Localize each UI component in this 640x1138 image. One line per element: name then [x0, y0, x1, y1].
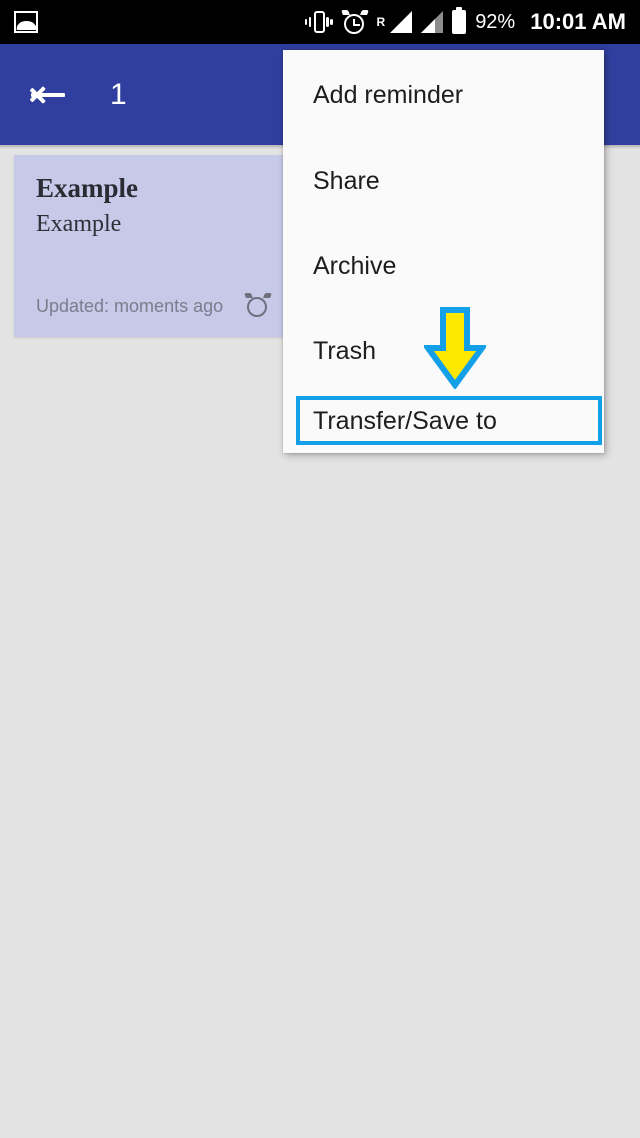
status-bar-left-icons	[0, 11, 38, 33]
menu-item-transfer-save-to[interactable]: Transfer/Save to	[313, 407, 497, 436]
overflow-popup-menu: Add reminder Share Archive Trash Transfe…	[283, 50, 604, 453]
note-updated-label: Updated: moments ago	[36, 295, 224, 316]
signal-icon	[421, 11, 444, 33]
menu-item-archive[interactable]: Archive	[313, 252, 396, 281]
note-card[interactable]: Example Example Updated: moments ago	[14, 155, 299, 337]
battery-icon	[452, 7, 467, 34]
roaming-indicator-label: R	[376, 15, 386, 29]
status-bar-right-icons: R 92% 10:01 AM	[304, 7, 640, 35]
status-bar: R 92% 10:01 AM	[0, 0, 640, 44]
photo-icon	[14, 11, 38, 33]
note-card-footer: Updated: moments ago	[36, 293, 289, 319]
phone-screen: R 92% 10:01 AM 1 Example Example Updated…	[0, 0, 640, 1138]
back-arrow-icon[interactable]	[26, 72, 72, 118]
menu-item-trash[interactable]: Trash	[313, 337, 376, 366]
roaming-signal-icon	[390, 11, 413, 33]
alarm-icon	[244, 293, 273, 319]
note-body: Example	[36, 211, 122, 237]
alarm-icon	[340, 9, 369, 35]
clock-label: 10:01 AM	[530, 9, 626, 34]
menu-item-share[interactable]: Share	[313, 167, 380, 196]
page-title: 1	[110, 77, 127, 111]
menu-item-add-reminder[interactable]: Add reminder	[313, 81, 463, 110]
vibrate-icon	[304, 10, 333, 34]
note-title: Example	[36, 173, 139, 203]
battery-percent-label: 92%	[475, 10, 516, 33]
